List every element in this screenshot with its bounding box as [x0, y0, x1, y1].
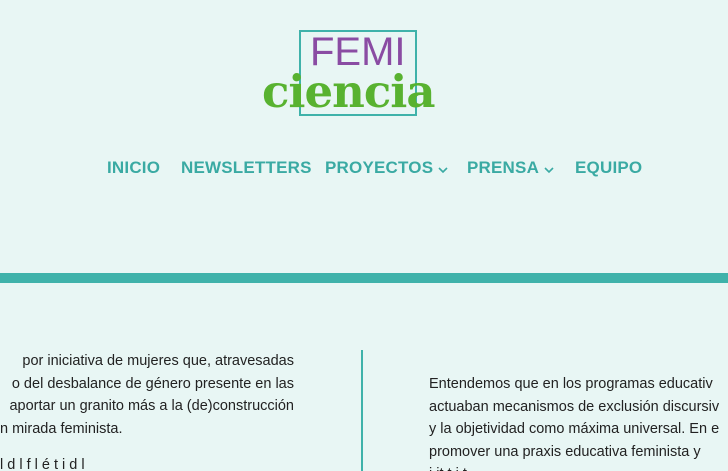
section-divider	[0, 273, 728, 283]
paragraph-line: o del desbalance de género presente en l…	[11, 375, 294, 392]
paragraph-line: l d l f l é t i d l	[0, 457, 85, 471]
paragraph-line: y la objetividad como máxima universal. …	[429, 421, 720, 437]
page: FEMI ciencia INICIO NEWSLETTERS PROYECTO…	[0, 0, 728, 471]
column-divider	[361, 350, 363, 471]
nav-item-label: PROYECTOS	[325, 158, 434, 177]
paragraph-line: n mirada feminista.	[0, 420, 123, 437]
content-right-column: Entendemos que en los programas educativ…	[429, 373, 728, 471]
paragraph-line: actuaban mecanismos de exclusión discurs…	[429, 398, 720, 415]
nav-item-label: EQUIPO	[575, 158, 643, 177]
main-nav: INICIO NEWSLETTERS PROYECTOS PRENSA EQUI…	[0, 156, 728, 180]
nav-item-proyectos[interactable]: PROYECTOS	[325, 156, 449, 180]
paragraph-line: por iniciativa de mujeres que, atravesad…	[22, 353, 294, 369]
site-logo[interactable]: FEMI ciencia	[262, 28, 462, 120]
paragraph-line: aportar un granito más a la (de)construc…	[9, 398, 294, 414]
nav-item-label: INICIO	[107, 158, 161, 177]
nav-item-label: PRENSA	[467, 158, 540, 177]
chevron-down-icon	[437, 164, 449, 176]
nav-item-label: NEWSLETTERS	[181, 158, 312, 177]
paragraph-line: i it t i t	[429, 463, 728, 471]
nav-item-equipo[interactable]: EQUIPO	[575, 156, 642, 180]
paragraph-line: Entendemos que en los programas educativ	[429, 376, 713, 392]
nav-item-inicio[interactable]: INICIO	[107, 156, 160, 180]
content-left-column: por iniciativa de mujeres que, atravesad…	[0, 350, 294, 471]
logo-bottom-text: ciencia	[262, 65, 435, 118]
paragraph-line: promover una praxis educativa feminista …	[429, 443, 701, 460]
nav-item-prensa[interactable]: PRENSA	[467, 156, 555, 180]
chevron-down-icon	[543, 164, 555, 176]
nav-item-newsletters[interactable]: NEWSLETTERS	[181, 156, 312, 180]
